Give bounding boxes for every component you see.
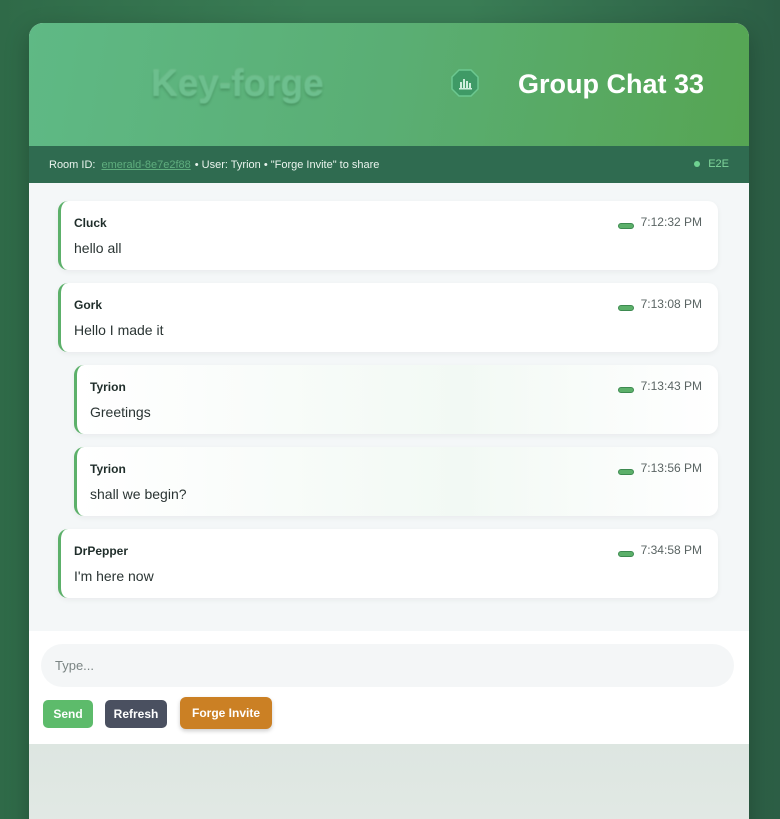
message-text: Hello I made it — [74, 322, 164, 338]
message-time: 7:13:43 PM — [640, 379, 702, 393]
message-text: hello all — [74, 240, 122, 256]
encryption-status: E2E — [694, 158, 729, 170]
message-composer: Send Refresh Forge Invite — [29, 631, 749, 744]
room-id-link[interactable]: emerald-8e7e2f88 — [101, 159, 190, 171]
room-id-label: Room ID: — [49, 158, 96, 171]
message-list: Cluck 7:12:32 PM hello all Gork 7:13:08 … — [29, 183, 749, 631]
encrypted-badge-icon — [618, 305, 634, 311]
room-info-text: • User: Tyrion • "Forge Invite" to share — [194, 158, 380, 171]
forge-invite-button[interactable]: Forge Invite — [180, 697, 272, 729]
message-time: 7:34:58 PM — [640, 543, 702, 557]
message-item: Cluck 7:12:32 PM hello all — [58, 201, 718, 270]
refresh-button[interactable]: Refresh — [105, 700, 167, 728]
encryption-label: E2E — [708, 158, 729, 170]
encrypted-badge-icon — [618, 387, 634, 393]
message-sender: Tyrion — [90, 380, 126, 394]
status-dot-icon — [694, 161, 701, 167]
message-text: I'm here now — [74, 568, 154, 584]
chart-badge-icon — [450, 68, 480, 98]
message-text: Greetings — [90, 404, 151, 420]
encrypted-badge-icon — [618, 551, 634, 557]
message-time: 7:13:08 PM — [640, 297, 702, 311]
chat-title: Group Chat 33 — [518, 69, 705, 99]
chat-header: Key-forge Group Chat 33 — [29, 23, 749, 146]
message-time: 7:13:56 PM — [640, 461, 702, 475]
message-input[interactable] — [41, 644, 734, 687]
message-item: Gork 7:13:08 PM Hello I made it — [58, 283, 718, 352]
app-logo: Key-forge — [151, 63, 324, 104]
message-item: DrPepper 7:34:58 PM I'm here now — [58, 529, 718, 598]
footer-area — [29, 744, 749, 819]
encrypted-badge-icon — [618, 469, 634, 475]
message-sender: Gork — [74, 298, 103, 312]
room-info-bar: Room ID: emerald-8e7e2f88 • User: Tyrion… — [29, 146, 749, 183]
own-message-item: Tyrion 7:13:56 PM shall we begin? — [74, 447, 718, 516]
message-sender: Cluck — [74, 216, 107, 230]
chat-window: Key-forge Group Chat 33 Room ID: emerald… — [29, 23, 749, 819]
message-sender: Tyrion — [90, 462, 126, 476]
encrypted-badge-icon — [618, 223, 634, 229]
message-sender: DrPepper — [74, 544, 129, 558]
message-text: shall we begin? — [90, 486, 187, 502]
message-time: 7:12:32 PM — [640, 215, 702, 229]
own-message-item: Tyrion 7:13:43 PM Greetings — [74, 365, 718, 434]
send-button[interactable]: Send — [43, 700, 93, 728]
